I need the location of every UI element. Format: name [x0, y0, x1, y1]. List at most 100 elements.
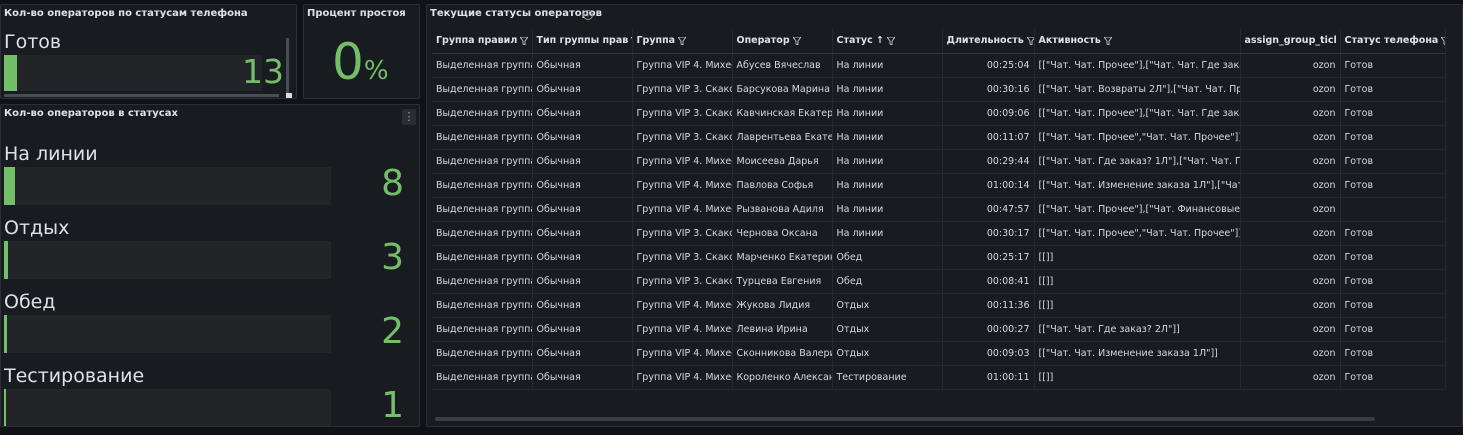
table-cell: [[]]: [1034, 293, 1241, 318]
idle-percent-panel: Процент простоя 0%: [303, 4, 420, 99]
table-cell: ozon: [1240, 269, 1341, 294]
table-row[interactable]: Выделенная группа Обычная Группа VIP 4. Ми…: [432, 317, 1446, 342]
table-cell: На линии: [832, 149, 943, 174]
table-cell: [["Чат. Чат. Прочее","Чат. Чат. Прочее"]…: [1034, 221, 1241, 246]
table-cell: ozon: [1240, 77, 1341, 102]
table-row[interactable]: Выделенная группа Обычная Группа VIP 3. Ск…: [432, 101, 1446, 126]
filter-icon[interactable]: [887, 36, 895, 45]
table-cell: Обычная: [532, 77, 633, 102]
table-cell: Группа VIP 4. Михее: [632, 341, 733, 366]
table-cell: Обычная: [532, 101, 633, 126]
filter-icon[interactable]: [1026, 36, 1034, 45]
column-header[interactable]: Активность: [1034, 29, 1241, 54]
table-row[interactable]: Выделенная группа Обычная Группа VIP 3. Ск…: [432, 77, 1446, 102]
table-cell: Группа VIP 4. Михее: [632, 53, 733, 78]
column-header[interactable]: Группа: [632, 29, 733, 54]
table-cell: ozon: [1240, 245, 1341, 270]
table-cell: ozon: [1240, 197, 1341, 222]
column-header[interactable]: Группа правил: [432, 29, 533, 54]
column-header[interactable]: Тип группы прав: [532, 29, 633, 54]
table-cell: Обычная: [532, 53, 633, 78]
table-cell: Барсукова Марина: [732, 77, 833, 102]
gauge-value: 8: [381, 163, 404, 204]
table-cell: Группа VIP 4. Михее: [632, 149, 733, 174]
table-row[interactable]: Выделенная группа Обычная Группа VIP 3. Ск…: [432, 245, 1446, 270]
operator-status-panel: Кол-во операторов в статусах ⋮ На линии 8…: [0, 104, 420, 427]
table-row[interactable]: Выделенная группа Обычная Группа VIP 4. Ми…: [432, 173, 1446, 198]
column-label: Длительность: [946, 35, 1024, 47]
table-cell: Сконникова Валерия: [732, 341, 833, 366]
table-cell: Группа VIP 3. Скаков: [632, 245, 733, 270]
table-cell: Обычная: [532, 317, 633, 342]
horizontal-scrollbar[interactable]: [435, 417, 1375, 421]
gauge-bar: [4, 389, 331, 426]
table-cell: Группа VIP 4. Михее: [632, 365, 733, 390]
table-row[interactable]: Выделенная группа Обычная Группа VIP 4. Ми…: [432, 149, 1446, 174]
table-cell: На линии: [832, 53, 943, 78]
filter-icon[interactable]: [792, 36, 801, 45]
vertical-scrollbar[interactable]: [286, 38, 289, 93]
table-cell: Выделенная группа: [432, 341, 533, 366]
panel-title: Текущие статусы операторов: [430, 8, 602, 19]
table-cell: Готов: [1340, 101, 1446, 126]
gauge-value: 2: [381, 311, 404, 352]
column-header[interactable]: assign_group_ticl: [1240, 29, 1341, 54]
filter-icon[interactable]: [520, 36, 529, 45]
table-cell: Обычная: [532, 125, 633, 150]
table-cell: Группа VIP 3. Скаков: [632, 125, 733, 150]
resize-handle[interactable]: [286, 93, 292, 98]
table-cell: Павлова Софья: [732, 173, 833, 198]
column-header[interactable]: Длительность: [942, 29, 1035, 54]
filter-icon[interactable]: [1441, 36, 1445, 45]
table-cell: 00:08:41: [942, 269, 1035, 294]
table-cell: ozon: [1240, 53, 1341, 78]
table-row[interactable]: Выделенная группа Обычная Группа VIP 4. Ми…: [432, 53, 1446, 78]
table-cell: ozon: [1240, 293, 1341, 318]
table-row[interactable]: Выделенная группа Обычная Группа VIP 4. Ми…: [432, 365, 1446, 390]
table-cell: Группа VIP 3. Скаков: [632, 269, 733, 294]
gauge-bar: [4, 241, 331, 279]
table-cell: ozon: [1240, 221, 1341, 246]
filter-icon[interactable]: [1103, 36, 1112, 45]
horizontal-scrollbar[interactable]: [4, 94, 279, 97]
table-cell: Лаврентьева Екатер: [732, 125, 833, 150]
column-header[interactable]: Статус телефона: [1340, 29, 1446, 54]
gauge-bar: [4, 167, 331, 205]
table-cell: Группа VIP 3. Скаков: [632, 221, 733, 246]
table-cell: Группа VIP 4. Михее: [632, 197, 733, 222]
table-row[interactable]: Выделенная группа Обычная Группа VIP 4. Ми…: [432, 341, 1446, 366]
panel-title: Кол-во операторов по статусам телефона: [4, 8, 248, 19]
column-header[interactable]: Оператор: [732, 29, 833, 54]
table-cell: [["Чат. Чат. Прочее"],["Чат. Чат. Где за…: [1034, 101, 1241, 126]
table-cell: Выделенная группа: [432, 125, 533, 150]
table-cell: [["Чат. Чат. Прочее"],["Чат. Финансовые …: [1034, 197, 1241, 222]
table-row[interactable]: Выделенная группа Обычная Группа VIP 4. Ми…: [432, 197, 1446, 222]
column-label: Группа правил: [436, 35, 518, 47]
table-cell: Обычная: [532, 221, 633, 246]
table-cell: 00:30:17: [942, 221, 1035, 246]
table-cell: Выделенная группа: [432, 149, 533, 174]
panel-title: Кол-во операторов в статусах: [4, 108, 178, 119]
panel-title: Процент простоя: [307, 8, 406, 19]
table-row[interactable]: Выделенная группа Обычная Группа VIP 3. Ск…: [432, 221, 1446, 246]
table-row[interactable]: Выделенная группа Обычная Группа VIP 3. Ск…: [432, 125, 1446, 150]
column-label: Статус: [836, 35, 873, 47]
table-row[interactable]: Выделенная группа Обычная Группа VIP 4. Ми…: [432, 293, 1446, 318]
table-cell: ozon: [1240, 365, 1341, 390]
column-header[interactable]: Статус ↑: [832, 29, 943, 54]
table-cell: [[]]: [1034, 245, 1241, 270]
kebab-icon[interactable]: ⋮: [402, 109, 416, 125]
table-cell: Обычная: [532, 173, 633, 198]
table-cell: Тестирование: [832, 365, 943, 390]
table-cell: Выделенная группа: [432, 221, 533, 246]
info-icon[interactable]: i: [583, 10, 593, 20]
table-row[interactable]: Выделенная группа Обычная Группа VIP 3. Ск…: [432, 269, 1446, 294]
filter-icon[interactable]: [678, 36, 687, 45]
table-cell: ozon: [1240, 149, 1341, 174]
table-cell: [["Чат. Чат. Изменение заказа 1Л"]]: [1034, 341, 1241, 366]
table-cell: Готов: [1340, 269, 1446, 294]
table-cell: На линии: [832, 221, 943, 246]
table-cell: Готов: [1340, 365, 1446, 390]
table-cell: Марченко Екатерина: [732, 245, 833, 270]
table-cell: Обычная: [532, 197, 633, 222]
